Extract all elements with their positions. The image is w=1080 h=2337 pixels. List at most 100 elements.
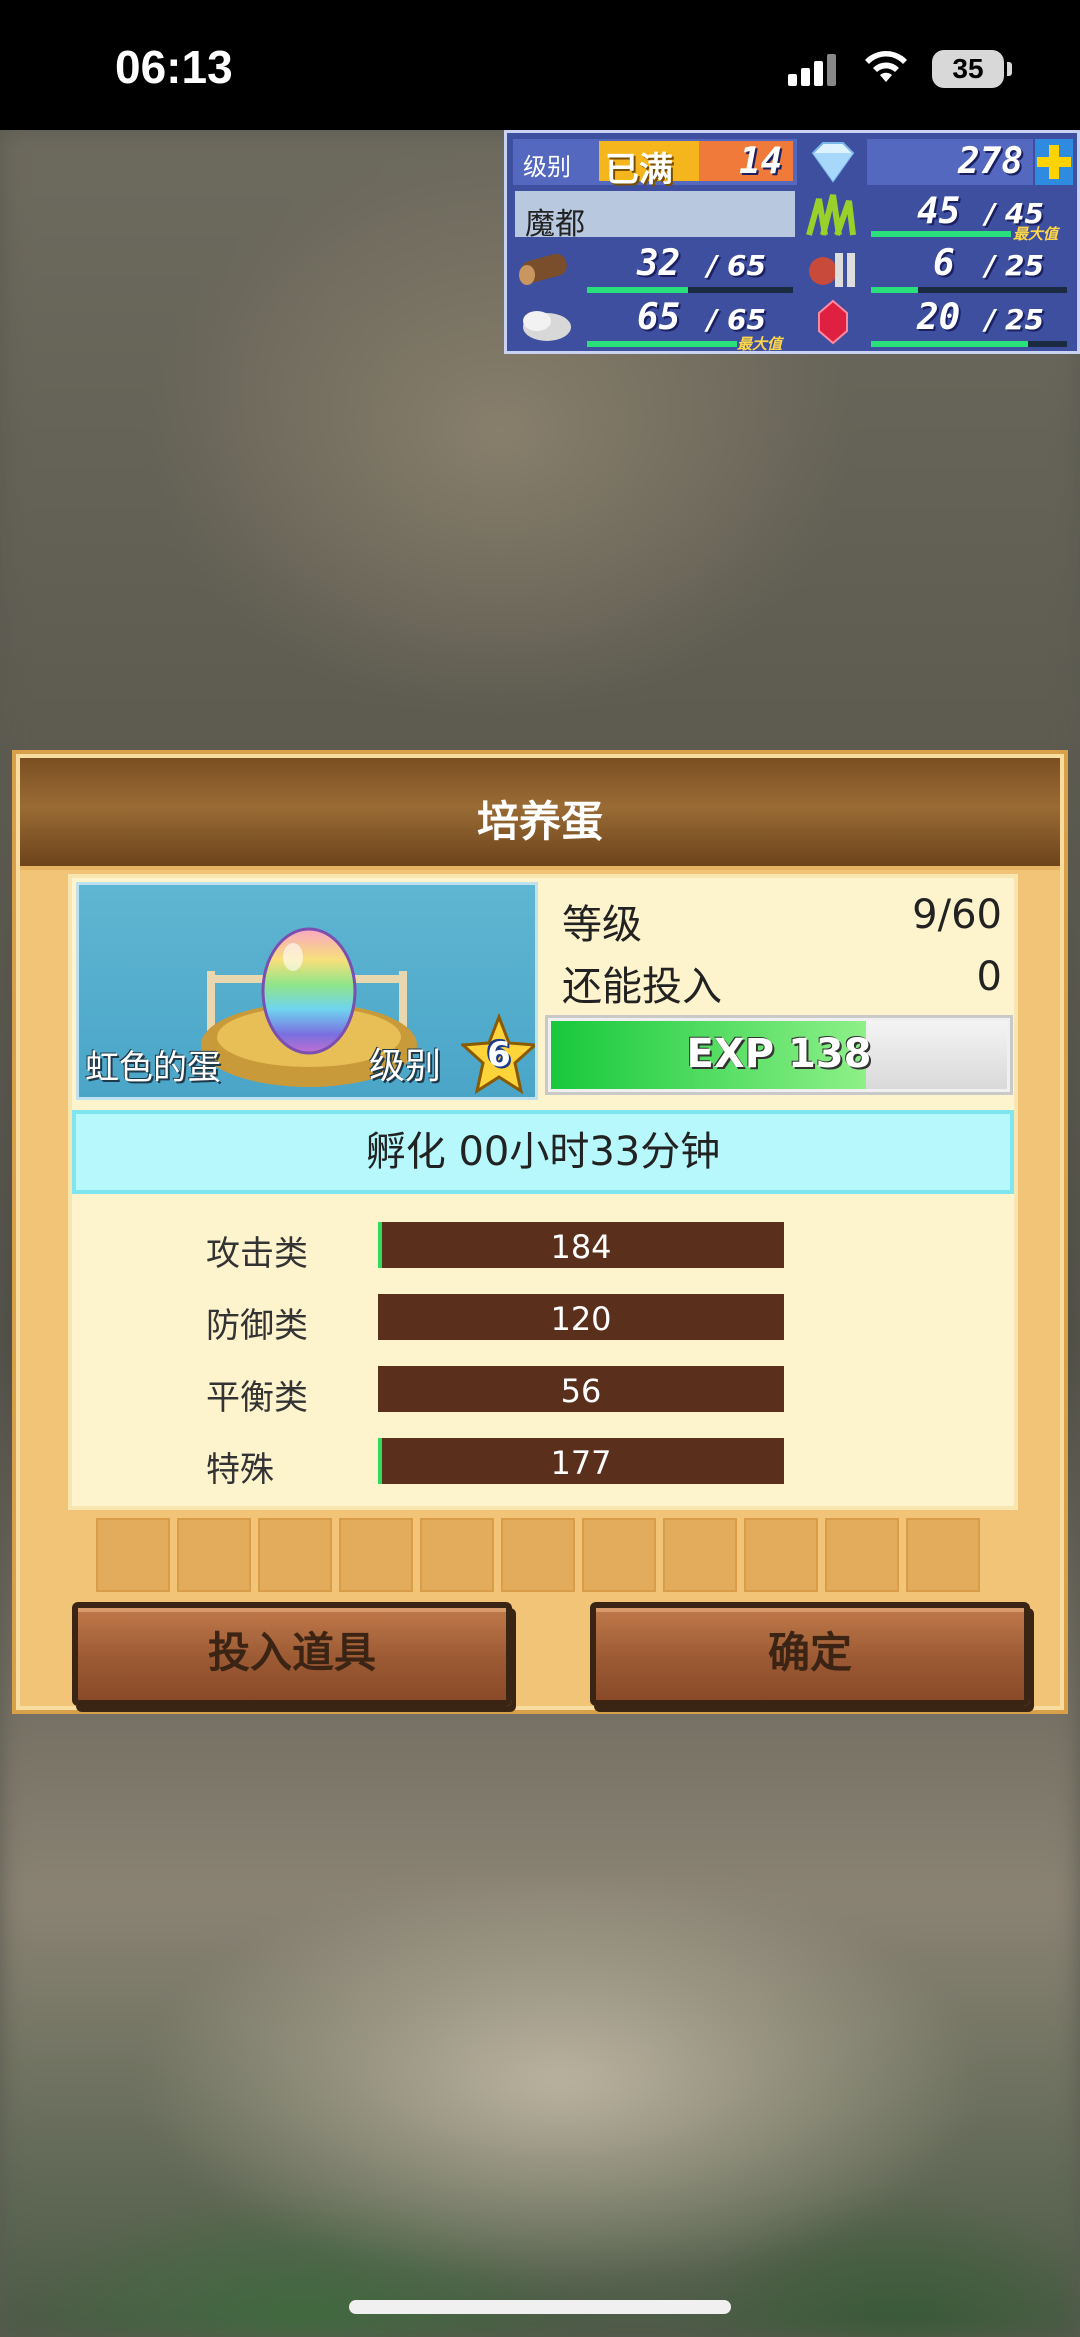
exp-bar: EXP 138 [548,1018,1010,1092]
item-slot[interactable] [501,1518,575,1592]
status-bar: 06:13 35 [0,0,1080,130]
level-state: 已满 [605,150,673,190]
item-slot[interactable] [96,1518,170,1592]
dialog-title: 培养蛋 [476,797,603,846]
trait-label: 特殊 [206,1450,274,1490]
trait-row: 攻击类 184 [72,1222,1014,1274]
item-slot[interactable] [582,1518,656,1592]
trait-bar: 56 [378,1366,784,1412]
trait-bar: 177 [378,1438,784,1484]
hatch-timer: 孵化 00小时33分钟 [72,1110,1014,1194]
grade-row: 等级 9/60 [562,892,1002,954]
dialog-header: 培养蛋 [20,758,1060,870]
location-box: 魔都 [515,191,795,242]
wood-count: 32 [637,243,681,284]
item-slot[interactable] [177,1518,251,1592]
home-indicator[interactable] [349,2300,731,2314]
ruby-box: 20 / 25 [867,297,1073,351]
grass-bar [871,231,1011,237]
battery-indicator: 35 [932,50,1004,88]
trait-label: 攻击类 [206,1234,308,1274]
grass-bar-fill [871,231,1011,237]
wood-max-value: 65 [726,249,766,282]
plus-icon [1037,145,1071,179]
ruby-icon [803,297,863,347]
item-slot[interactable] [258,1518,332,1592]
food-count: 6 [933,243,955,284]
add-gems-button[interactable] [1035,139,1073,185]
gem-icon [803,139,863,185]
egg-level-star: 6 [459,1012,535,1097]
item-slot[interactable] [906,1518,980,1592]
wood-box: 32 / 65 [587,243,797,295]
ruby-max-value: 25 [1004,303,1044,336]
trait-bar: 120 [378,1294,784,1340]
trait-bar: 184 [378,1222,784,1268]
food-bar-fill [871,287,919,293]
wood-max: / 65 [707,249,766,282]
remaining-value: 0 [976,954,1002,1000]
wood-bar [587,287,793,293]
confirm-button[interactable]: 确定 [590,1602,1030,1706]
ore-bar [587,341,737,347]
add-item-button[interactable]: 投入道具 [72,1602,512,1706]
trait-row: 特殊 177 [72,1438,1014,1490]
ruby-count: 20 [917,297,961,338]
ore-max-value: 65 [726,303,766,336]
food-max-value: 25 [1004,249,1044,282]
trait-value: 184 [550,1228,612,1266]
wifi-icon [865,51,907,82]
exp-text: EXP 138 [686,1031,872,1077]
ore-max: / 65 [707,303,766,336]
signal-icon [788,52,838,86]
incubate-egg-dialog: 培养蛋 虹色的蛋 级别 6 等级 9/60 还能投入 0 EXP 138 孵化 … [12,750,1068,1714]
trait-row: 平衡类 56 [72,1366,1014,1418]
egg-name: 虹色的蛋 [85,1048,221,1088]
item-slots [96,1518,996,1592]
level-label: 级别 [523,153,571,181]
ore-bar-fill [587,341,737,347]
egg-info-panel: 虹色的蛋 级别 6 等级 9/60 还能投入 0 EXP 138 孵化 00小时… [68,874,1018,1510]
resource-hud[interactable]: 级别 已满 14 278 魔都 45 / 45 最大值 32 / 65 6 / … [504,130,1080,354]
food-icon [803,243,863,293]
grass-count: 45 [917,191,961,232]
item-slot[interactable] [825,1518,899,1592]
item-slot[interactable] [339,1518,413,1592]
item-slot[interactable] [420,1518,494,1592]
item-slot[interactable] [744,1518,818,1592]
grass-icon [803,191,863,239]
egg-portrait: 虹色的蛋 级别 6 [76,882,538,1100]
egg-level-value: 6 [487,1035,511,1075]
ruby-bar-fill [871,341,1028,347]
trait-value: 120 [550,1300,612,1338]
grass-max-tag: 最大值 [1013,225,1059,243]
trait-label: 平衡类 [206,1378,308,1418]
clock: 06:13 [115,41,233,93]
level-value: 14 [739,141,783,182]
item-slot[interactable] [663,1518,737,1592]
food-max: / 25 [985,249,1044,282]
wood-icon [515,243,575,293]
egg-stats: 等级 9/60 还能投入 0 [562,892,1002,1016]
ore-count: 65 [637,297,681,338]
grade-value: 9/60 [912,892,1002,938]
trait-row: 防御类 120 [72,1294,1014,1346]
ruby-bar [871,341,1067,347]
egg-level-label: 级别 [369,1046,442,1087]
food-bar [871,287,1067,293]
trait-value: 56 [560,1372,602,1410]
gem-box: 278 [867,139,1033,185]
ore-box: 65 / 65 最大值 [587,297,797,353]
ruby-max: / 25 [985,303,1044,336]
wood-bar-fill [587,287,688,293]
grass-box: 45 / 45 最大值 [867,191,1073,243]
remaining-row: 还能投入 0 [562,954,1002,1016]
remaining-label: 还能投入 [562,964,722,1010]
ore-icon [515,297,575,347]
level-box: 级别 已满 14 [513,139,797,190]
gem-count: 278 [957,141,1023,182]
food-box: 6 / 25 [867,243,1073,295]
ore-max-tag: 最大值 [737,335,783,353]
trait-value: 177 [550,1444,612,1482]
trait-label: 防御类 [206,1306,308,1346]
